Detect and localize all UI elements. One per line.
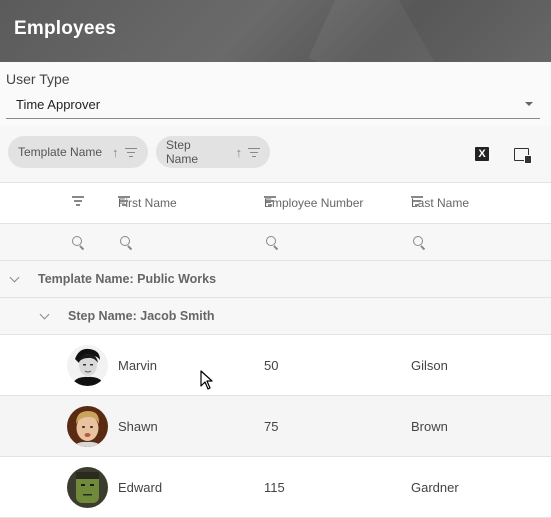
chevron-down-icon[interactable]	[9, 272, 20, 283]
search-icon[interactable]	[413, 236, 426, 249]
green-monster-portrait-icon	[67, 467, 108, 508]
group-row-step[interactable]: Step Name: Jacob Smith	[0, 298, 551, 335]
export-excel-icon[interactable]: X	[475, 147, 489, 161]
column-header-row: First Name Employee Number Last Name	[0, 183, 551, 224]
page-title: Employees	[14, 18, 117, 39]
user-type-label: User Type	[6, 71, 70, 87]
dropdown-caret-icon[interactable]	[525, 102, 533, 106]
column-header-first-name[interactable]: First Name	[118, 196, 183, 210]
avatar	[67, 345, 108, 386]
app-header: Employees	[0, 0, 551, 62]
elvis-portrait-icon	[67, 345, 108, 386]
cell-first-name: Shawn	[118, 419, 158, 434]
search-icon[interactable]	[266, 236, 279, 249]
user-type-panel: User Type Time Approver	[0, 62, 551, 126]
group-row-template[interactable]: Template Name: Public Works	[0, 261, 551, 298]
column-header-employee-number[interactable]: Employee Number	[264, 196, 369, 210]
cell-first-name: Edward	[118, 480, 163, 495]
group-panel: Template Name ↑ Step Name ↑	[0, 126, 551, 183]
column-header-label: First Name	[118, 196, 177, 210]
column-header-label: Employee Number	[264, 196, 364, 210]
cell-last-name: Gardner	[411, 480, 459, 495]
sort-ascending-icon[interactable]: ↑	[112, 145, 119, 160]
table-row[interactable]: Edward 115 Gardner	[0, 457, 551, 518]
chevron-down-icon[interactable]	[39, 309, 50, 320]
cell-first-name: Marvin	[118, 358, 158, 373]
search-icon[interactable]	[120, 236, 133, 249]
cell-last-name: Brown	[411, 419, 448, 434]
filter-row	[0, 224, 551, 261]
avatar	[67, 467, 108, 508]
column-header-last-name[interactable]: Last Name	[411, 196, 475, 210]
avatar	[67, 406, 108, 447]
cell-employee-number: 50	[264, 358, 279, 373]
sort-ascending-icon[interactable]: ↑	[236, 145, 243, 160]
mouse-pointer-icon	[200, 370, 213, 390]
cell-last-name: Gilson	[411, 358, 448, 373]
column-chooser-icon[interactable]	[514, 148, 532, 164]
table-row[interactable]: Marvin 50 Gilson	[0, 335, 551, 396]
search-icon[interactable]	[72, 236, 85, 249]
filter-icon[interactable]	[248, 147, 261, 157]
group-chip-step-name[interactable]: Step Name ↑	[156, 136, 270, 168]
group-chip-template-name[interactable]: Template Name ↑	[8, 136, 148, 168]
table-row[interactable]: Shawn 75 Brown	[0, 396, 551, 457]
column-header-label: Last Name	[411, 196, 470, 210]
cell-employee-number: 115	[264, 480, 285, 495]
group-chip-label: Template Name	[18, 145, 103, 159]
filter-icon[interactable]	[124, 147, 137, 157]
group-row-label: Template Name: Public Works	[38, 272, 217, 286]
blond-man-portrait-icon	[67, 406, 108, 447]
group-row-label: Step Name: Jacob Smith	[68, 309, 215, 323]
group-chip-label: Step Name	[166, 138, 199, 166]
user-type-value[interactable]: Time Approver	[16, 97, 100, 112]
cell-employee-number: 75	[264, 419, 279, 434]
